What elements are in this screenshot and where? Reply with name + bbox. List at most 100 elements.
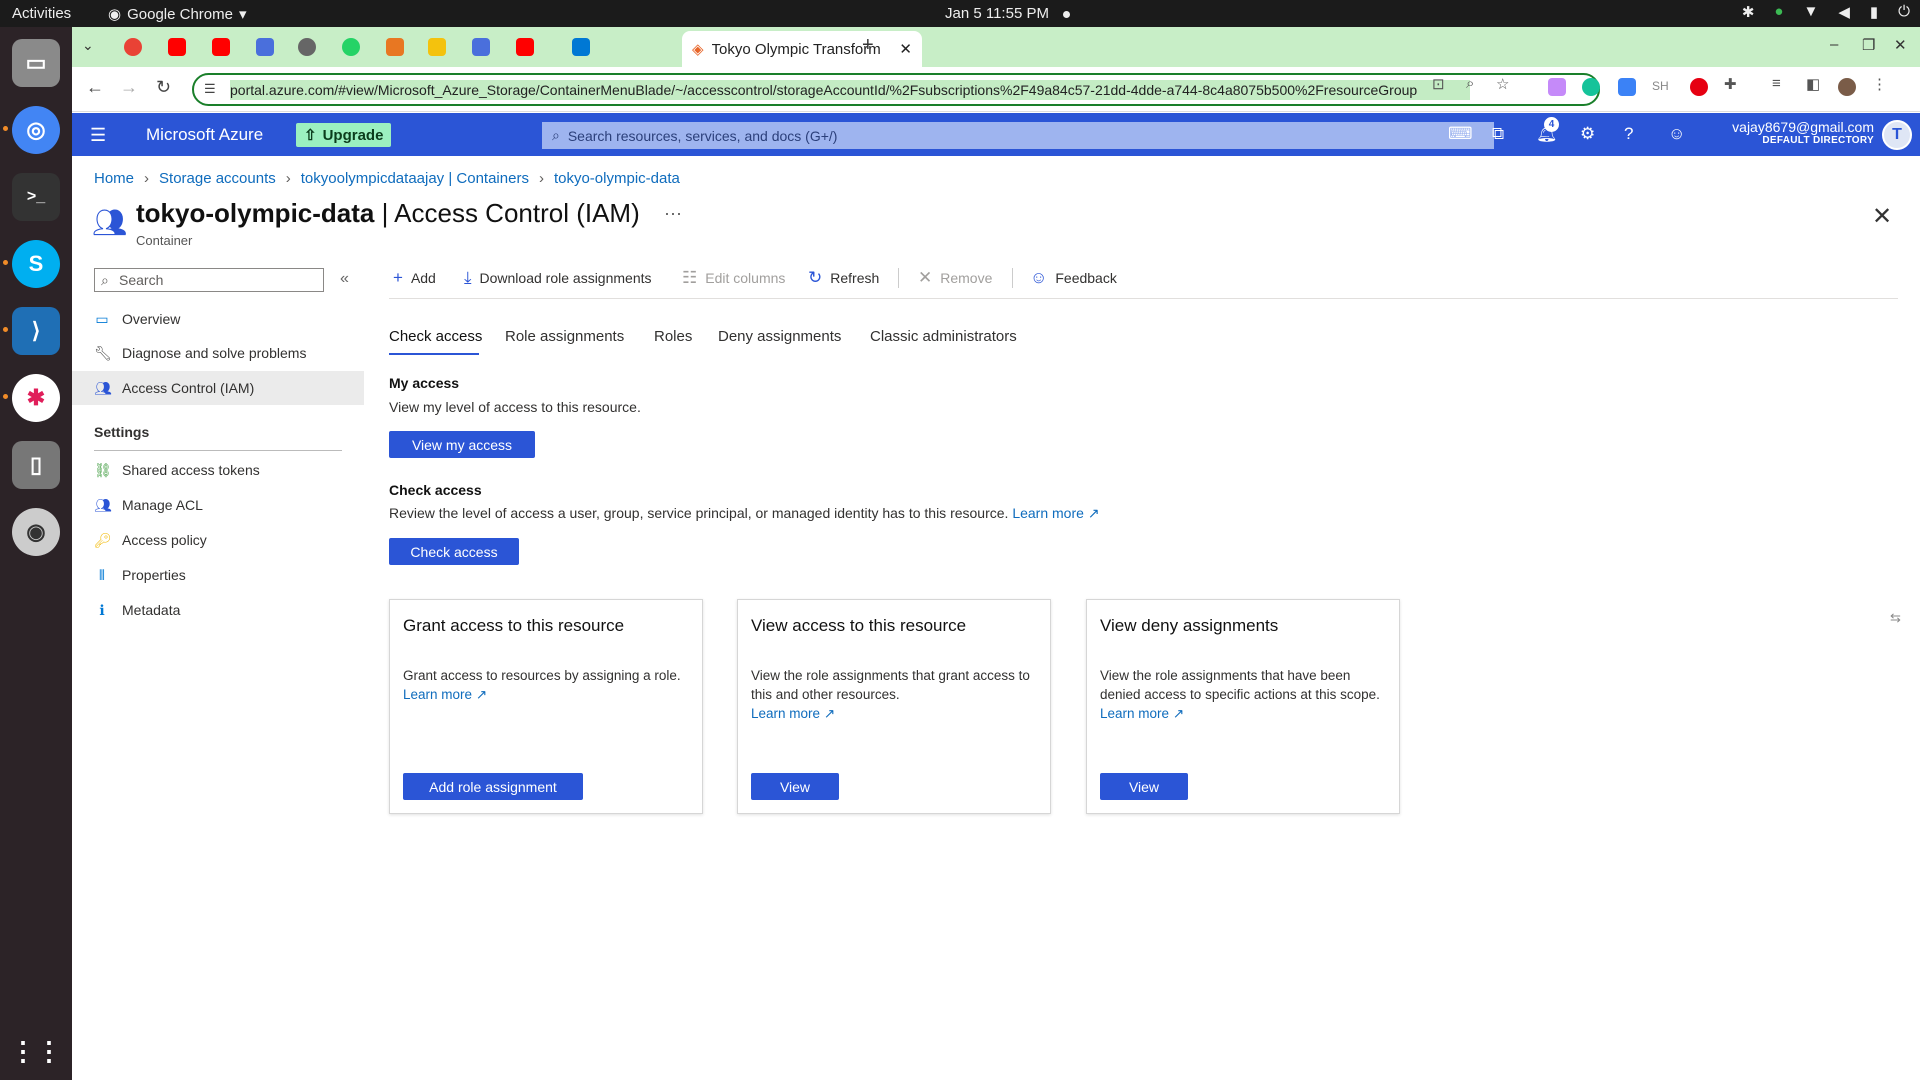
tab-favicon-globe-icon[interactable] [298, 38, 316, 56]
vscode-app-icon[interactable]: ⟩ [3, 307, 60, 355]
tab-roles[interactable]: Roles [654, 328, 692, 345]
tab-favicon-youtube-icon[interactable] [168, 38, 186, 56]
more-options-icon[interactable]: ··· [664, 203, 682, 224]
tab-classic-administrators[interactable]: Classic administrators [870, 328, 1017, 345]
add-label: Add [410, 270, 436, 286]
feedback-button[interactable]: ☺ Feedback [1030, 268, 1117, 288]
copilot-toggle-icon[interactable]: ⇆ [1890, 610, 1901, 626]
close-tab-icon[interactable]: ✕ [899, 40, 912, 58]
side-panel-icon[interactable]: ◧ [1806, 75, 1820, 93]
minimize-icon[interactable]: – [1830, 36, 1838, 53]
forward-icon[interactable]: → [120, 77, 138, 98]
check-access-learn-more-link[interactable]: Learn more [1012, 505, 1084, 521]
files-app-icon[interactable]: ▭ [12, 39, 60, 87]
profile-avatar-icon[interactable] [1838, 78, 1856, 96]
sidebar-item-manage-acl[interactable]: 👥︎ Manage ACL [72, 488, 364, 522]
system-tray[interactable]: ✱ ● ▼ ◀ ▮ ⏻ [1742, 3, 1910, 21]
chrome-menu-icon[interactable]: ⋮ [1872, 75, 1887, 93]
account-avatar[interactable]: T [1882, 120, 1912, 150]
show-apps-icon[interactable]: ⋮⋮ [10, 1027, 62, 1075]
sidebar-item-access-control[interactable]: 👥︎ Access Control (IAM) [72, 371, 364, 405]
sidebar-item-shared-access-tokens[interactable]: ⛓ Shared access tokens [72, 453, 364, 487]
zoom-icon[interactable]: ⌕ [1466, 75, 1474, 92]
reload-icon[interactable]: ↻ [156, 77, 171, 98]
restore-icon[interactable]: ❐ [1862, 36, 1875, 54]
extension-gradient-icon[interactable] [1548, 78, 1566, 96]
upgrade-arrow-icon: ⇧ [304, 127, 317, 144]
settings-gear-icon[interactable]: ⚙ [1580, 124, 1595, 144]
add-button[interactable]: + Add [393, 268, 436, 288]
sidebar-search-input[interactable]: ⌕ Search [94, 268, 324, 292]
clock[interactable]: Jan 5 11:55 PM [945, 5, 1070, 22]
close-window-icon[interactable]: ✕ [1894, 36, 1907, 54]
view-access-button[interactable]: View [751, 773, 839, 800]
breadcrumb-container[interactable]: tokyo-olympic-data [554, 170, 680, 187]
directory-filter-icon[interactable]: ⧉ [1492, 124, 1504, 144]
help-icon[interactable]: ? [1624, 124, 1633, 144]
breadcrumb-home[interactable]: Home [94, 170, 134, 187]
account-info[interactable]: vajay8679@gmail.com DEFAULT DIRECTORY [1732, 119, 1874, 146]
view-my-access-button[interactable]: View my access [389, 431, 535, 458]
tab-favicon-azure-icon[interactable] [572, 38, 590, 56]
edit-columns-button[interactable]: ☷ Edit columns [682, 268, 785, 288]
extension-n-icon[interactable] [1618, 78, 1636, 96]
tab-favicon-docs-icon[interactable] [472, 38, 490, 56]
bookmark-star-icon[interactable]: ☆ [1496, 75, 1509, 93]
app-menu[interactable]: ◉ Google Chrome ▾ [108, 5, 247, 24]
extension-red-icon[interactable] [1690, 78, 1708, 96]
tab-check-access[interactable]: Check access [389, 328, 482, 345]
breadcrumb-storage-accounts[interactable]: Storage accounts [159, 170, 276, 187]
card-learn-more-link[interactable]: Learn more [1100, 706, 1169, 721]
new-tab-icon[interactable]: + [862, 34, 874, 57]
close-blade-icon[interactable]: ✕ [1872, 202, 1892, 231]
check-access-button[interactable]: Check access [389, 538, 519, 565]
tab-favicon-stack-icon[interactable] [386, 38, 404, 56]
collapse-sidebar-icon[interactable]: « [340, 270, 349, 288]
add-role-assignment-button[interactable]: Add role assignment [403, 773, 583, 800]
extensions-puzzle-icon[interactable]: ✚ [1724, 75, 1737, 93]
cloud-shell-icon[interactable]: ⌨ [1448, 124, 1473, 144]
address-bar[interactable]: ☰ portal.azure.com/#view/Microsoft_Azure… [192, 73, 1600, 106]
sidebar-item-overview[interactable]: ▭ Overview [72, 302, 364, 336]
tab-favicon-w-icon[interactable] [428, 38, 446, 56]
sidebar-item-properties[interactable]: ⫴ Properties [72, 558, 364, 592]
grammarly-icon[interactable] [1582, 78, 1600, 96]
sidebar-item-diagnose[interactable]: 🔧︎ Diagnose and solve problems [72, 336, 364, 370]
active-tab[interactable]: ◈ Tokyo Olympic Transform ✕ [682, 31, 922, 67]
tab-favicon-whatsapp-icon[interactable] [342, 38, 360, 56]
global-search-input[interactable]: ⌕ Search resources, services, and docs (… [542, 122, 1494, 149]
feedback-person-icon[interactable]: ☺ [1668, 124, 1685, 144]
install-icon[interactable]: ⊡ [1432, 75, 1445, 93]
device-app-icon[interactable]: ▯ [12, 441, 60, 489]
tab-role-assignments[interactable]: Role assignments [505, 328, 624, 345]
card-learn-more-link[interactable]: Learn more [403, 687, 472, 702]
sidebar-item-access-policy[interactable]: 🔑︎ Access policy [72, 523, 364, 557]
terminal-app-icon[interactable]: >_ [12, 173, 60, 221]
tab-favicon-maps-icon[interactable] [124, 38, 142, 56]
media-icon[interactable]: ≡ [1772, 75, 1781, 92]
remove-button[interactable]: ✕ Remove [918, 268, 992, 288]
tab-favicon-youtube-icon[interactable] [212, 38, 230, 56]
card-learn-more-link[interactable]: Learn more [751, 706, 820, 721]
portal-menu-icon[interactable]: ☰ [90, 125, 106, 146]
refresh-button[interactable]: ↻ Refresh [808, 268, 879, 288]
sidebar-item-metadata[interactable]: ℹ Metadata [72, 593, 364, 627]
site-info-icon[interactable]: ☰ [204, 81, 216, 97]
download-role-assignments-button[interactable]: ⤓ Download role assignments [464, 268, 652, 288]
activities-button[interactable]: Activities [12, 5, 71, 22]
back-icon[interactable]: ← [86, 77, 104, 98]
upgrade-button[interactable]: ⇧ Upgrade [296, 123, 392, 147]
disc-app-icon[interactable]: ◉ [12, 508, 60, 556]
tab-deny-assignments[interactable]: Deny assignments [718, 328, 841, 345]
azure-brand[interactable]: Microsoft Azure [146, 125, 263, 145]
slack-app-icon[interactable]: ✱ [3, 374, 60, 422]
view-deny-assignments-button[interactable]: View [1100, 773, 1188, 800]
tab-favicon-docs-icon[interactable] [256, 38, 274, 56]
sidebar-item-label: Manage ACL [122, 497, 203, 513]
tab-search-icon[interactable]: ⌄ [82, 37, 94, 54]
chrome-app-icon[interactable]: ◎ [3, 106, 60, 154]
tab-favicon-youtube-icon[interactable] [516, 38, 534, 56]
breadcrumb-account[interactable]: tokyoolympicdataajay | Containers [301, 170, 529, 187]
extension-sh-icon[interactable]: SH [1652, 79, 1669, 93]
skype-app-icon[interactable]: S [3, 240, 60, 288]
